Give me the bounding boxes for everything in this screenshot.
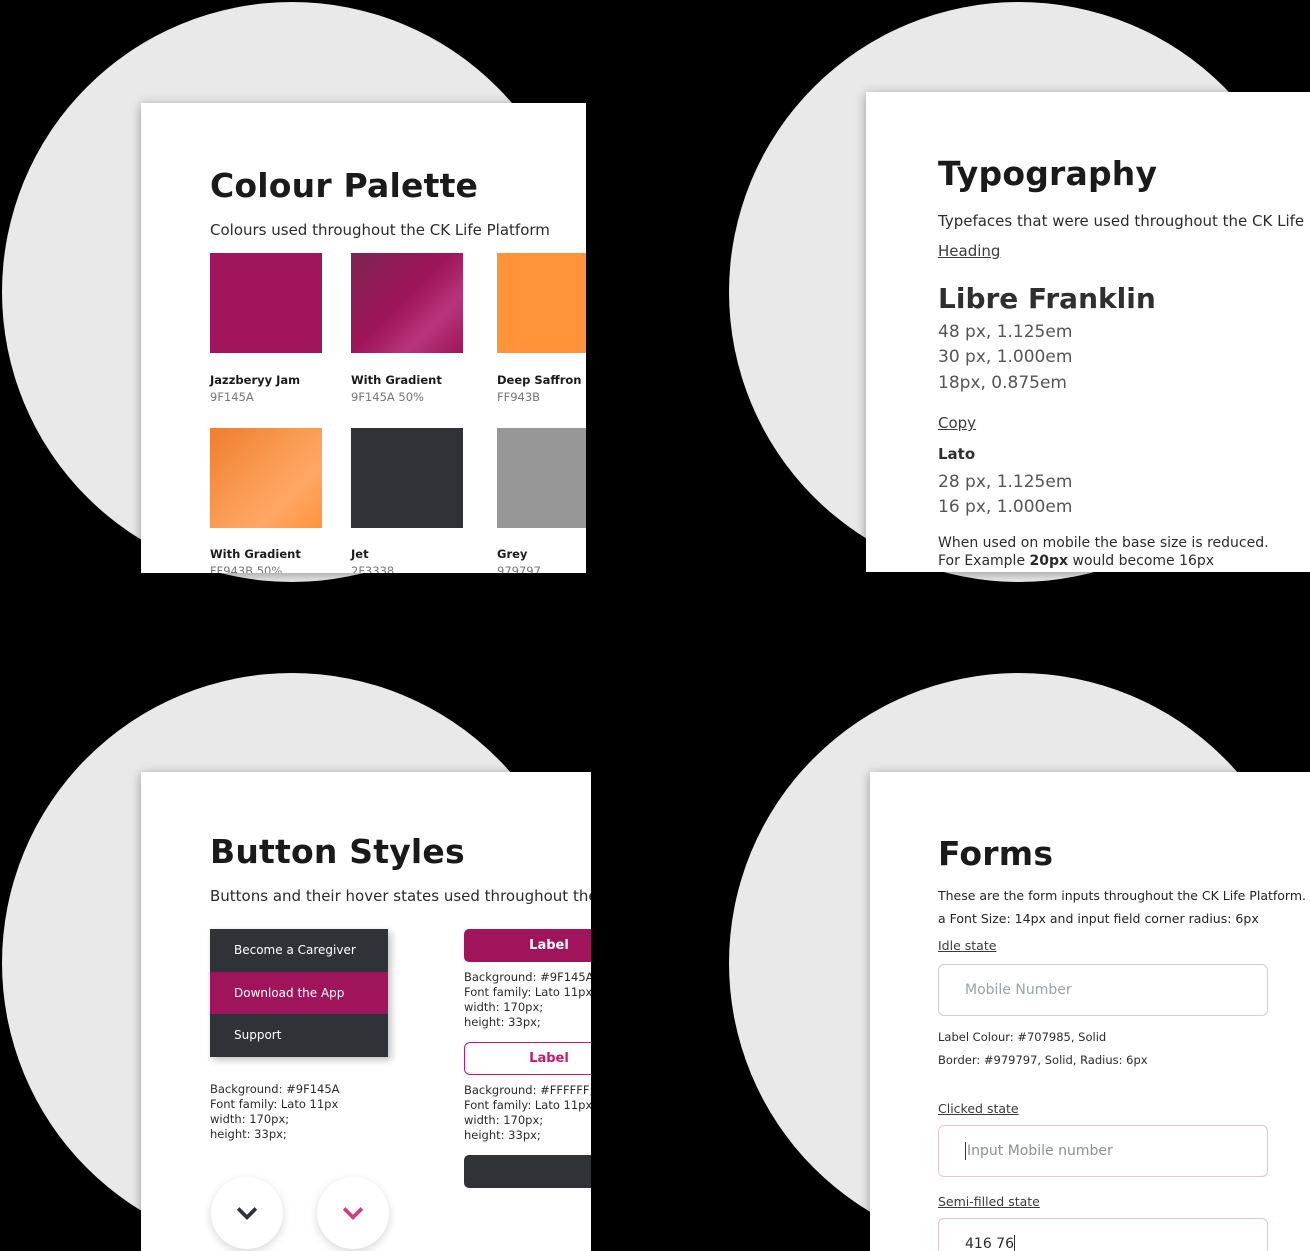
outline-button-spec: Background: #FFFFFF; Font family: Lato 1…: [464, 1083, 591, 1142]
button-styles-card: Button Styles Buttons and their hover st…: [141, 772, 591, 1251]
mobile-menu-spec: Background: #9F145A Font family: Lato 11…: [210, 1082, 340, 1141]
outline-button-label: Label: [529, 1051, 569, 1066]
forms-intro-line1: These are the form inputs throughout the…: [938, 888, 1310, 903]
typography-note-line2-bold: 20px: [1029, 553, 1069, 569]
mobile-number-input-idle[interactable]: Mobile Number: [938, 964, 1268, 1016]
mobile-number-input-idle-placeholder: Mobile Number: [965, 982, 1072, 998]
colour-swatch-2: [497, 253, 586, 353]
typography-title: Typography: [938, 154, 1158, 193]
chevron-down-pink-button[interactable]: [317, 1177, 389, 1249]
button-styles-title: Button Styles: [210, 832, 465, 871]
typography-subtitle: Typefaces that were used throughout the …: [938, 212, 1310, 230]
text-caret: [1014, 1235, 1015, 1251]
typography-heading-font: Libre Franklin: [938, 282, 1156, 315]
colour-swatch-0-name: Jazzberyy Jam: [210, 373, 301, 387]
mobile-number-input-clicked-placeholder: Input Mobile number: [967, 1143, 1113, 1159]
typography-copy-size-1: 16 px, 1.000em: [938, 497, 1073, 517]
colour-swatch-4-hex: 2F3338: [351, 564, 395, 573]
colour-swatch-5-hex: 979797: [497, 564, 541, 573]
colour-swatch-2-name: Deep Saffron: [497, 373, 582, 387]
menu-item-support[interactable]: Support: [210, 1014, 388, 1057]
forms-intro-line2: a Font Size: 14px and input field corner…: [938, 911, 1259, 926]
typography-note-line2-post: would become 16px: [1068, 553, 1215, 569]
button-styles-subtitle: Buttons and their hover states used thro…: [210, 887, 591, 905]
typography-copy-font: Lato: [938, 445, 976, 463]
forms-idle-state-label: Idle state: [938, 938, 997, 953]
mobile-menu-sample: Become a Caregiver Download the App Supp…: [210, 929, 388, 1057]
text-caret: [965, 1142, 966, 1160]
colour-swatch-3: [210, 428, 322, 528]
typography-heading-label: Heading: [938, 242, 1001, 260]
colour-swatch-2-hex: FF943B: [497, 390, 541, 404]
forms-title: Forms: [938, 834, 1054, 873]
primary-button-spec: Background: #9F145A; Font family: Lato 1…: [464, 970, 591, 1029]
chevron-down-dark-button[interactable]: [211, 1177, 283, 1249]
mobile-number-input-clicked[interactable]: Input Mobile number: [938, 1125, 1268, 1177]
colour-swatch-4: [351, 428, 463, 528]
colour-swatch-5: [497, 428, 586, 528]
forms-idle-border-note: Border: #979797, Solid, Radius: 6px: [938, 1053, 1148, 1067]
colour-palette-title: Colour Palette: [210, 166, 479, 205]
mobile-number-input-semi-filled[interactable]: 416 76: [938, 1218, 1268, 1251]
chevron-down-icon: [342, 1207, 364, 1220]
menu-item-download-the-app[interactable]: Download the App: [210, 971, 388, 1015]
typography-heading-size-2: 18px, 0.875em: [938, 373, 1067, 393]
forms-idle-label-colour-note: Label Colour: #707985, Solid: [938, 1030, 1107, 1044]
colour-swatch-5-name: Grey: [497, 547, 528, 561]
colour-swatch-1-name: With Gradient: [351, 373, 442, 387]
colour-swatch-4-name: Jet: [351, 547, 369, 561]
typography-heading-size-1: 30 px, 1.000em: [938, 347, 1073, 367]
colour-swatch-1-hex: 9F145A 50%: [351, 390, 424, 404]
typography-heading-size-0: 48 px, 1.125em: [938, 322, 1073, 342]
forms-clicked-state-label: Clicked state: [938, 1101, 1019, 1116]
menu-item-label: Support: [234, 1028, 282, 1043]
outline-label-button[interactable]: Label: [464, 1042, 591, 1075]
menu-item-become-a-caregiver[interactable]: Become a Caregiver: [210, 929, 388, 972]
colour-palette-subtitle: Colours used throughout the CK Life Plat…: [210, 221, 550, 239]
canvas: Colour Palette Colours used throughout t…: [0, 0, 1310, 1251]
forms-semi-filled-state-label: Semi-filled state: [938, 1194, 1040, 1209]
typography-copy-label: Copy: [938, 414, 977, 432]
mobile-number-input-semi-filled-value: 416 76: [965, 1236, 1014, 1251]
typography-note-line1: When used on mobile the base size is red…: [938, 535, 1269, 551]
forms-card: Forms These are the form inputs througho…: [870, 772, 1310, 1251]
dark-label-button[interactable]: [464, 1155, 591, 1188]
colour-swatch-0: [210, 253, 322, 353]
colour-swatch-3-hex: FF943B 50%: [210, 564, 283, 573]
colour-swatch-1: [351, 253, 463, 353]
colour-swatch-0-hex: 9F145A: [210, 390, 254, 404]
primary-label-button[interactable]: Label: [464, 929, 591, 962]
typography-copy-size-0: 28 px, 1.125em: [938, 472, 1073, 492]
typography-card: Typography Typefaces that were used thro…: [866, 92, 1310, 572]
chevron-down-icon: [236, 1207, 258, 1220]
menu-item-label: Become a Caregiver: [234, 943, 356, 958]
menu-item-label: Download the App: [234, 985, 345, 1000]
colour-palette-card: Colour Palette Colours used throughout t…: [141, 103, 586, 573]
typography-note-line2-pre: For Example: [938, 553, 1030, 569]
colour-swatch-3-name: With Gradient: [210, 547, 301, 561]
primary-button-label: Label: [529, 938, 569, 953]
typography-note-line2: For Example 20px would become 16px: [938, 553, 1214, 569]
